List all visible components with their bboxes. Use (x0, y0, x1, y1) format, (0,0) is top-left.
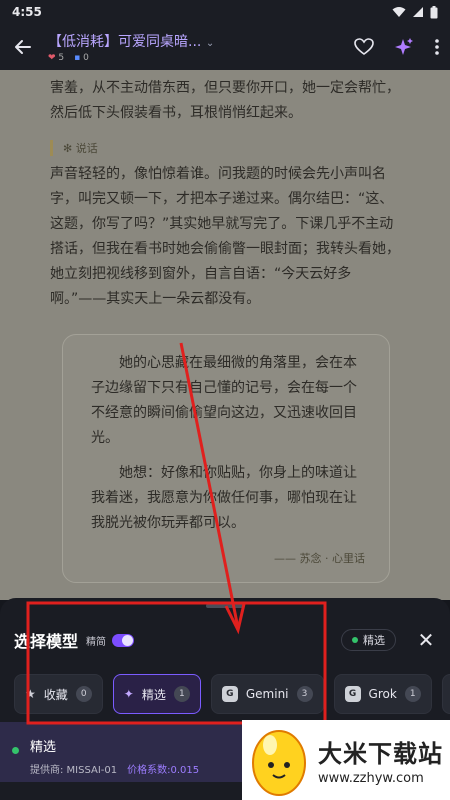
model-provider: 提供商: MISSAI-01 (30, 765, 118, 776)
asterisk-icon: ✻ (63, 142, 73, 155)
signal-icon (413, 7, 423, 17)
compact-label: 精简 (86, 636, 107, 648)
model-price: 价格系数:0.015 (127, 765, 200, 776)
article-paragraph: 声音轻轻的，像怕惊着谁。问我题的时候会先小声叫名字，叫完又顿一下，才把本子递过来… (50, 166, 400, 307)
tab-gemini[interactable]: G Gemini 3 (210, 674, 324, 714)
heart-icon[interactable] (354, 38, 374, 56)
chat-title-block[interactable]: 【低消耗】可爱同桌暗... ⌄ ❤ 5 ▪ 0 (48, 31, 354, 63)
star-icon: ★ (25, 687, 36, 701)
gemini-logo-icon: G (221, 686, 238, 702)
sheet-header: 选择模型 精简 精选 ✕ (14, 626, 436, 654)
sheet-title: 选择模型 (14, 632, 79, 651)
egg-mascot-logo (252, 730, 306, 796)
watermark-url: www.zzhyw.com (318, 771, 424, 786)
site-watermark: 大米下载站 www.zzhyw.com (242, 720, 450, 800)
battery-icon (430, 5, 438, 18)
section-label: ✻ 说话 (50, 140, 400, 156)
model-category-tabs: ★ 收藏 0 ✦ 精选 1 G Gemini 3 G Grok 1 (14, 674, 450, 714)
watermark-title: 大米下载站 (318, 740, 443, 768)
online-dot-icon (352, 637, 358, 643)
heart-small-icon: ❤ (48, 53, 56, 63)
appbar-actions (354, 37, 440, 57)
sparkle-icon[interactable] (394, 37, 414, 57)
tab-featured[interactable]: ✦ 精选 1 (112, 674, 201, 714)
grok-logo-icon: G (344, 686, 361, 702)
card-signature: —— 苏念 · 心里话 (274, 552, 365, 565)
featured-badge: 精选 (341, 629, 396, 651)
tab-grok[interactable]: G Grok 1 (333, 674, 432, 714)
article-paragraph: 害羞，从不主动借东西，但只要你开口，她一定会帮忙，然后低下头假装看书，耳根悄悄红… (50, 80, 400, 121)
status-icons (392, 5, 438, 19)
online-dot-icon (12, 747, 19, 754)
tab-count: 1 (173, 686, 190, 702)
more-vertical-icon[interactable] (434, 38, 440, 56)
arrow-left-icon (15, 40, 31, 54)
sparkle-icon: ✦ (123, 687, 134, 701)
watermark-text: 大米下载站 www.zzhyw.com (318, 734, 443, 786)
tab-count: 0 (75, 686, 92, 702)
status-time: 4:55 (12, 5, 42, 19)
close-icon: ✕ (417, 628, 435, 652)
card-paragraph: 她的心思藏在最细微的角落里，会在本子边缘留下只有自己懂的记号，会在每一个不经意的… (91, 355, 357, 446)
tab-count: 3 (296, 686, 313, 702)
app-bar: 【低消耗】可爱同桌暗... ⌄ ❤ 5 ▪ 0 (0, 24, 450, 70)
sheet-grabber[interactable] (206, 604, 244, 608)
status-bar: 4:55 (0, 0, 450, 24)
back-button[interactable] (10, 34, 36, 60)
tab-favorites[interactable]: ★ 收藏 0 (14, 674, 103, 714)
tab-count: 1 (404, 686, 421, 702)
chat-article: 害羞，从不主动借东西，但只要你开口，她一定会帮忙，然后低下头假装看书，耳根悄悄红… (0, 70, 450, 600)
comment-icon: ▪ (74, 53, 81, 63)
compact-toggle[interactable] (112, 633, 135, 647)
wifi-icon (392, 7, 406, 17)
tab-more[interactable] (441, 674, 450, 714)
inner-thought-card: 她的心思藏在最细微的角落里，会在本子边缘留下只有自己懂的记号，会在每一个不经意的… (62, 334, 390, 583)
chat-title[interactable]: 【低消耗】可爱同桌暗... ⌄ (48, 31, 354, 51)
chat-meta: ❤ 5 ▪ 0 (48, 53, 89, 63)
chevron-down-icon: ⌄ (205, 38, 215, 49)
close-button[interactable]: ✕ (416, 628, 436, 652)
card-paragraph: 她想：好像和你贴贴，你身上的味道让我着迷，我愿意为你做任何事，哪怕现在让我脱光被… (91, 465, 357, 531)
